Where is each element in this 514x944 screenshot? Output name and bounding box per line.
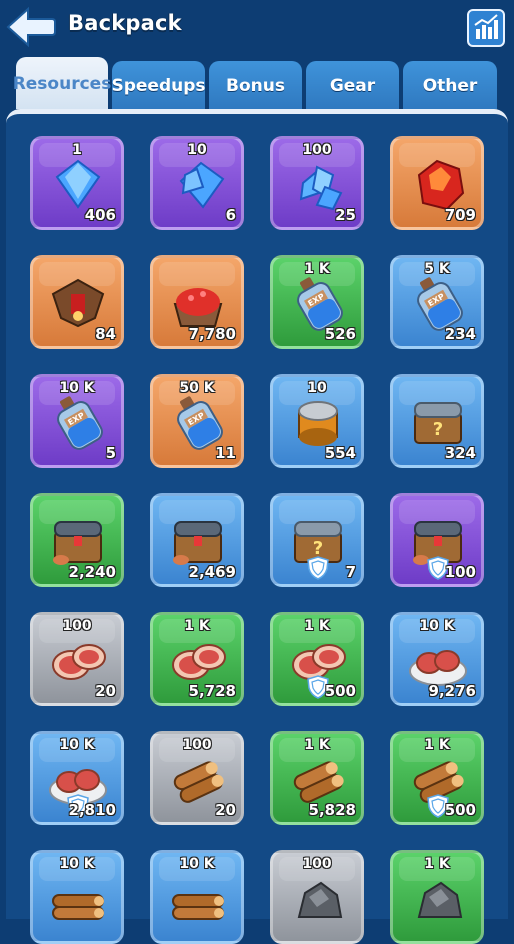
- item-count: 2,469: [188, 563, 236, 581]
- inventory-item[interactable]: EXP 5 K 234: [390, 255, 484, 349]
- page-title: Backpack: [68, 11, 182, 35]
- tab-speedups[interactable]: Speedups: [111, 61, 206, 109]
- svg-text:?: ?: [433, 419, 443, 440]
- item-quantity-label: 10 K: [59, 380, 95, 396]
- inventory-item[interactable]: 2,469: [150, 493, 244, 587]
- item-quantity-label: 1: [72, 142, 82, 158]
- item-count: 2,810: [68, 801, 116, 819]
- item-count: 25: [335, 206, 356, 224]
- item-count: 11: [215, 444, 236, 462]
- tab-label: Other: [422, 76, 478, 96]
- inventory-panel: 1 406 10 6 100 25 709 84 7,780 EXP 1 K 526 EXP 5 K 234…: [6, 109, 508, 944]
- item-quantity-label: 10 K: [179, 856, 215, 872]
- tab-gear[interactable]: Gear: [306, 61, 399, 109]
- tab-other[interactable]: Other: [403, 61, 497, 109]
- item-count: 100: [444, 563, 476, 581]
- inventory-item[interactable]: 10 K 9,276: [390, 612, 484, 706]
- inventory-item[interactable]: 709: [390, 136, 484, 230]
- inventory-item[interactable]: 100 20: [30, 612, 124, 706]
- item-count: 20: [215, 801, 236, 819]
- inventory-item[interactable]: 100 25: [270, 136, 364, 230]
- inventory-item[interactable]: 100: [390, 493, 484, 587]
- inventory-item[interactable]: ? 7: [270, 493, 364, 587]
- item-quantity-label: 1 K: [304, 618, 330, 634]
- wood-pile-icon: [172, 894, 224, 920]
- stone-icon: [297, 881, 343, 918]
- inventory-item[interactable]: 10 K 2,810: [30, 731, 124, 825]
- item-count: 7: [345, 563, 356, 581]
- item-count: 20: [95, 682, 116, 700]
- inventory-item[interactable]: 2,240: [30, 493, 124, 587]
- inventory-item[interactable]: EXP 1 K 526: [270, 255, 364, 349]
- item-count: 500: [444, 801, 476, 819]
- item-count: 234: [444, 325, 476, 343]
- inventory-item[interactable]: EXP 10 K 5: [30, 374, 124, 468]
- item-quantity-label: 10 K: [59, 737, 95, 753]
- tab-bar: Resources Speedups Bonus Gear Other: [13, 57, 500, 109]
- item-quantity-label: 1 K: [424, 737, 450, 753]
- tab-label: Gear: [329, 76, 376, 96]
- tab-resources[interactable]: Resources: [13, 57, 111, 109]
- item-quantity-label: 50 K: [179, 380, 215, 396]
- inventory-item[interactable]: 10 K: [150, 850, 244, 944]
- item-count: 84: [95, 325, 116, 343]
- tab-bonus[interactable]: Bonus: [209, 61, 302, 109]
- item-count: 709: [444, 206, 476, 224]
- back-arrow-icon[interactable]: [6, 6, 56, 48]
- item-quantity-label: 10: [187, 142, 207, 158]
- item-count: 526: [324, 325, 356, 343]
- stats-button[interactable]: [467, 9, 505, 47]
- exp-potion-icon: EXP: [57, 396, 103, 450]
- item-quantity-label: 10 K: [419, 618, 455, 634]
- item-quantity-label: 100: [302, 856, 332, 872]
- item-quantity-label: 1 K: [184, 618, 210, 634]
- inventory-item[interactable]: ? 324: [390, 374, 484, 468]
- item-count: 554: [324, 444, 356, 462]
- item-quantity-label: 1 K: [424, 856, 450, 872]
- tab-label: Resources: [12, 74, 112, 94]
- item-quantity-label: 10: [307, 380, 327, 396]
- inventory-item[interactable]: 1 K 5,828: [270, 731, 364, 825]
- item-quantity-label: 100: [182, 737, 212, 753]
- stone-icon: [417, 881, 463, 918]
- inventory-item[interactable]: 10 K: [30, 850, 124, 944]
- tab-label: Bonus: [226, 76, 285, 96]
- item-quantity-label: 100: [302, 142, 332, 158]
- item-count: 9,276: [428, 682, 476, 700]
- item-quantity-label: 10 K: [59, 856, 95, 872]
- inventory-item[interactable]: 100: [270, 850, 364, 944]
- inventory-item[interactable]: 7,780: [150, 255, 244, 349]
- item-count: 5: [105, 444, 116, 462]
- inventory-item[interactable]: 1 406: [30, 136, 124, 230]
- top-bar: Backpack: [0, 0, 514, 56]
- inventory-item[interactable]: 1 K: [390, 850, 484, 944]
- inventory-item[interactable]: 100 20: [150, 731, 244, 825]
- inventory-item[interactable]: EXP 50 K 11: [150, 374, 244, 468]
- item-quantity-label: 100: [62, 618, 92, 634]
- item-count: 6: [225, 206, 236, 224]
- item-count: 406: [84, 206, 116, 224]
- shield-icon: [307, 556, 329, 580]
- inventory-item[interactable]: 1 K 5,728: [150, 612, 244, 706]
- tab-label: Speedups: [111, 76, 206, 96]
- inventory-item[interactable]: 10 554: [270, 374, 364, 468]
- item-count: 500: [324, 682, 356, 700]
- item-quantity-label: 1 K: [304, 737, 330, 753]
- item-count: 324: [444, 444, 476, 462]
- inventory-item[interactable]: 1 K 500: [270, 612, 364, 706]
- bar-chart-icon: [474, 14, 498, 39]
- inventory-item[interactable]: 10 6: [150, 136, 244, 230]
- item-quantity-label: 5 K: [424, 261, 450, 277]
- item-count: 5,728: [188, 682, 236, 700]
- wood-pile-icon: [52, 894, 104, 920]
- item-count: 5,828: [308, 801, 356, 819]
- item-quantity-label: 1 K: [304, 261, 330, 277]
- inventory-item[interactable]: 1 K 500: [390, 731, 484, 825]
- item-count: 7,780: [188, 325, 236, 343]
- inventory-item[interactable]: 84: [30, 255, 124, 349]
- item-count: 2,240: [68, 563, 116, 581]
- diamonds-icon: [179, 161, 225, 209]
